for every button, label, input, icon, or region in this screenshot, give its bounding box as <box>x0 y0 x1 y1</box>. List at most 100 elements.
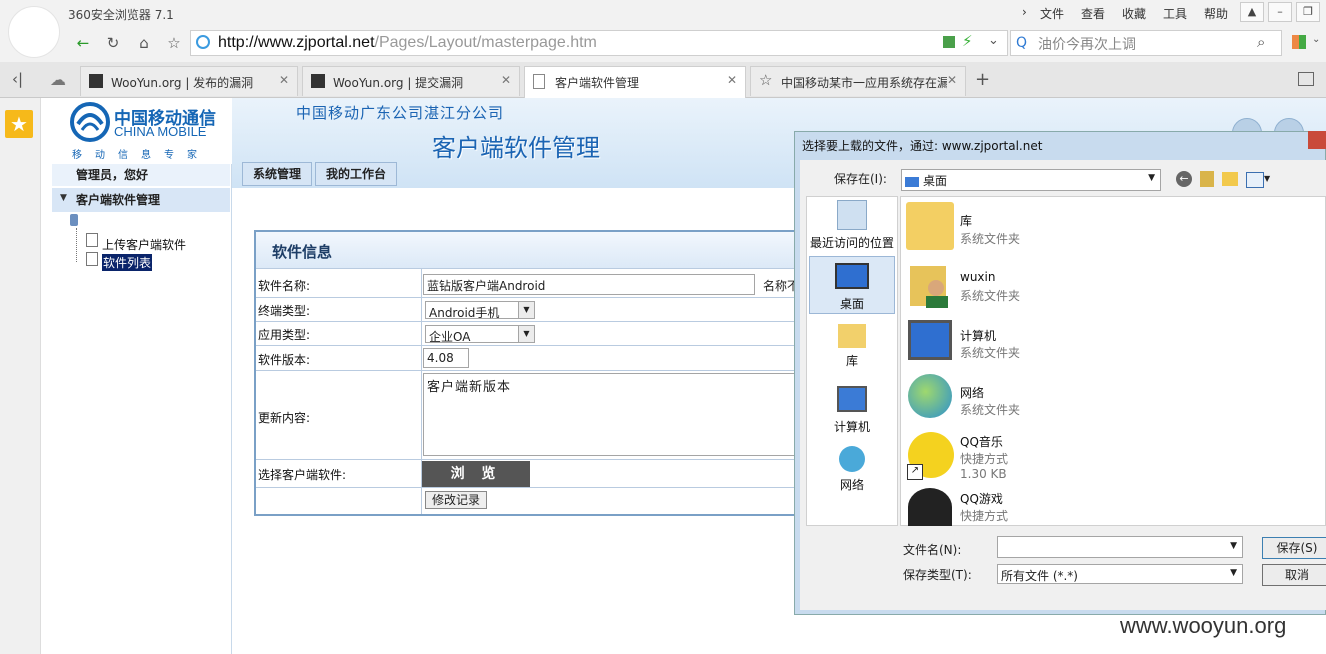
dropdown-arrow-icon[interactable]: ▼ <box>518 326 534 342</box>
update-content-textarea[interactable]: 客户端新版本 <box>423 373 803 456</box>
file-name[interactable]: 库 <box>960 212 972 229</box>
close-icon[interactable]: ✕ <box>501 73 511 87</box>
desktop-icon <box>905 176 919 187</box>
tree-item-upload[interactable]: 上传客户端软件 <box>102 236 186 253</box>
maximize-button[interactable]: ❐ <box>1296 2 1320 22</box>
close-icon[interactable]: ✕ <box>279 73 289 87</box>
file-name[interactable]: 计算机 <box>960 327 996 344</box>
file-type-label: 保存类型(T): <box>903 568 972 582</box>
favorites-star-icon[interactable]: ★ <box>5 110 33 138</box>
file-type: 系统文件夹 <box>960 346 1021 360</box>
file-name[interactable]: QQ游戏 <box>960 490 1003 507</box>
tab-scroll-left-icon[interactable]: ‹| <box>12 70 23 88</box>
back-arrow-icon[interactable]: ← <box>1176 171 1192 187</box>
tree-root[interactable]: 客户端软件管理 <box>52 188 230 212</box>
document-icon <box>86 252 98 266</box>
dropdown-arrow-icon[interactable]: ▼ <box>518 302 534 318</box>
history-button[interactable]: 修改记录 <box>425 491 487 509</box>
search-engine-icon[interactable]: Q <box>1016 35 1027 51</box>
menu-view[interactable]: 查看 <box>1081 5 1105 22</box>
tab-client-software[interactable]: 客户端软件管理 ✕ <box>524 66 746 98</box>
view-menu-icon[interactable] <box>1246 172 1264 188</box>
favorite-star-button[interactable]: ☆ <box>163 32 185 54</box>
collapse-triangle-icon[interactable]: ▼ <box>60 193 67 203</box>
close-icon[interactable]: ✕ <box>947 73 957 87</box>
url-host: http://www.zjportal.net <box>218 34 375 51</box>
home-button[interactable]: ⌂ <box>133 32 155 54</box>
dropdown-arrow-icon[interactable]: ▼ <box>1230 568 1237 578</box>
cancel-button[interactable]: 取消 <box>1262 564 1326 586</box>
place-label: 网络 <box>839 478 864 492</box>
dropdown-arrow-icon[interactable]: ▼ <box>1230 541 1237 551</box>
save-in-select[interactable]: 桌面 ▼ <box>901 169 1161 191</box>
search-icon[interactable]: ⌕ <box>1257 33 1265 51</box>
menu-help[interactable]: 帮助 <box>1204 5 1228 22</box>
url-text[interactable]: http://www.zjportal.net/Pages/Layout/mas… <box>218 34 597 52</box>
qr-code-icon[interactable] <box>943 36 955 48</box>
file-type-select[interactable]: 所有文件 (*.*) ▼ <box>997 564 1243 584</box>
file-name[interactable]: 网络 <box>960 384 984 401</box>
menu-favorites[interactable]: 收藏 <box>1122 5 1146 22</box>
place-label: 库 <box>845 354 858 368</box>
new-folder-icon[interactable] <box>1222 172 1238 186</box>
tab-my-workbench[interactable]: 我的工作台 <box>315 162 397 186</box>
computer-icon <box>837 386 867 412</box>
place-network[interactable]: 网络 <box>809 446 895 496</box>
close-icon[interactable]: ✕ <box>727 73 737 87</box>
logo-english: CHINA MOBILE <box>114 124 207 139</box>
version-input[interactable]: 4.08 <box>423 348 469 368</box>
china-mobile-logo-icon <box>70 102 110 142</box>
dialog-close-button[interactable] <box>1308 131 1326 149</box>
save-in-value: 桌面 <box>923 174 948 188</box>
library-icon <box>838 324 866 348</box>
app-title: 360安全浏览器 7.1 <box>68 8 174 22</box>
cloud-icon[interactable]: ☁ <box>50 70 66 89</box>
view-dropdown-icon[interactable]: ▼ <box>1264 174 1270 183</box>
chevron-right-icon[interactable]: › <box>1022 5 1027 19</box>
row-divider <box>256 268 812 269</box>
software-name-input[interactable]: 蓝钻版客户端Android <box>423 274 755 295</box>
back-button[interactable]: ← <box>72 32 94 54</box>
new-tab-button[interactable]: + <box>975 69 990 90</box>
place-recent[interactable]: 最近访问的位置 <box>809 198 895 252</box>
tab-title: 客户端软件管理 <box>555 76 640 90</box>
refresh-button[interactable]: ↻ <box>102 32 124 54</box>
library-folder-icon <box>906 202 954 250</box>
dropdown-arrow-icon[interactable]: ▼ <box>1148 173 1155 183</box>
terminal-type-select[interactable]: Android手机 ▼ <box>425 301 535 320</box>
file-name-input[interactable]: ▼ <box>997 536 1243 558</box>
up-folder-icon[interactable] <box>1200 171 1214 187</box>
chevron-down-icon[interactable]: ⌄ <box>988 33 999 48</box>
speed-mode-icon[interactable]: ⚡ <box>962 32 973 50</box>
tab-wooyun-published[interactable]: WooYun.org | 发布的漏洞 ✕ <box>80 66 298 96</box>
search-placeholder: 油价今再次上调 <box>1038 37 1136 53</box>
save-button[interactable]: 保存(S) <box>1262 537 1326 559</box>
row-divider <box>256 297 812 298</box>
place-label: 计算机 <box>833 420 870 434</box>
place-computer[interactable]: 计算机 <box>809 384 895 434</box>
network-globe-icon <box>908 374 952 418</box>
place-library[interactable]: 库 <box>809 322 895 372</box>
browse-button[interactable]: 浏 览 <box>422 461 530 487</box>
menu-tools[interactable]: 工具 <box>1163 5 1187 22</box>
file-type: 快捷方式 <box>960 452 1009 466</box>
tab-wooyun-submit[interactable]: WooYun.org | 提交漏洞 ✕ <box>302 66 520 96</box>
place-desktop[interactable]: 桌面 <box>809 256 895 314</box>
branch-name: 中国移动广东公司湛江分公司 <box>296 104 505 122</box>
file-name[interactable]: QQ音乐 <box>960 433 1003 450</box>
app-type-select[interactable]: 企业OA ▼ <box>425 325 535 344</box>
apps-dropdown-icon[interactable]: ⌄ <box>1312 34 1320 45</box>
tab-system-management[interactable]: 系统管理 <box>242 162 312 186</box>
software-name-label: 软件名称: <box>258 279 311 293</box>
file-name[interactable]: wuxin <box>960 270 995 284</box>
wooyun-favicon-icon <box>311 74 325 88</box>
tab-china-mobile-vuln[interactable]: ☆ 中国移动某市一应用系统存在漏 ✕ <box>750 66 966 96</box>
minimize-button[interactable]: – <box>1268 2 1292 22</box>
tree-item-software-list[interactable]: 软件列表 <box>102 254 153 271</box>
apps-icon[interactable] <box>1292 35 1306 49</box>
menu-file[interactable]: 文件 <box>1040 5 1064 22</box>
tab-list-icon[interactable] <box>1298 72 1314 86</box>
wooyun-favicon-icon <box>89 74 103 88</box>
user-avatar[interactable] <box>8 6 60 58</box>
skin-icon[interactable]: ▲ <box>1240 2 1264 22</box>
